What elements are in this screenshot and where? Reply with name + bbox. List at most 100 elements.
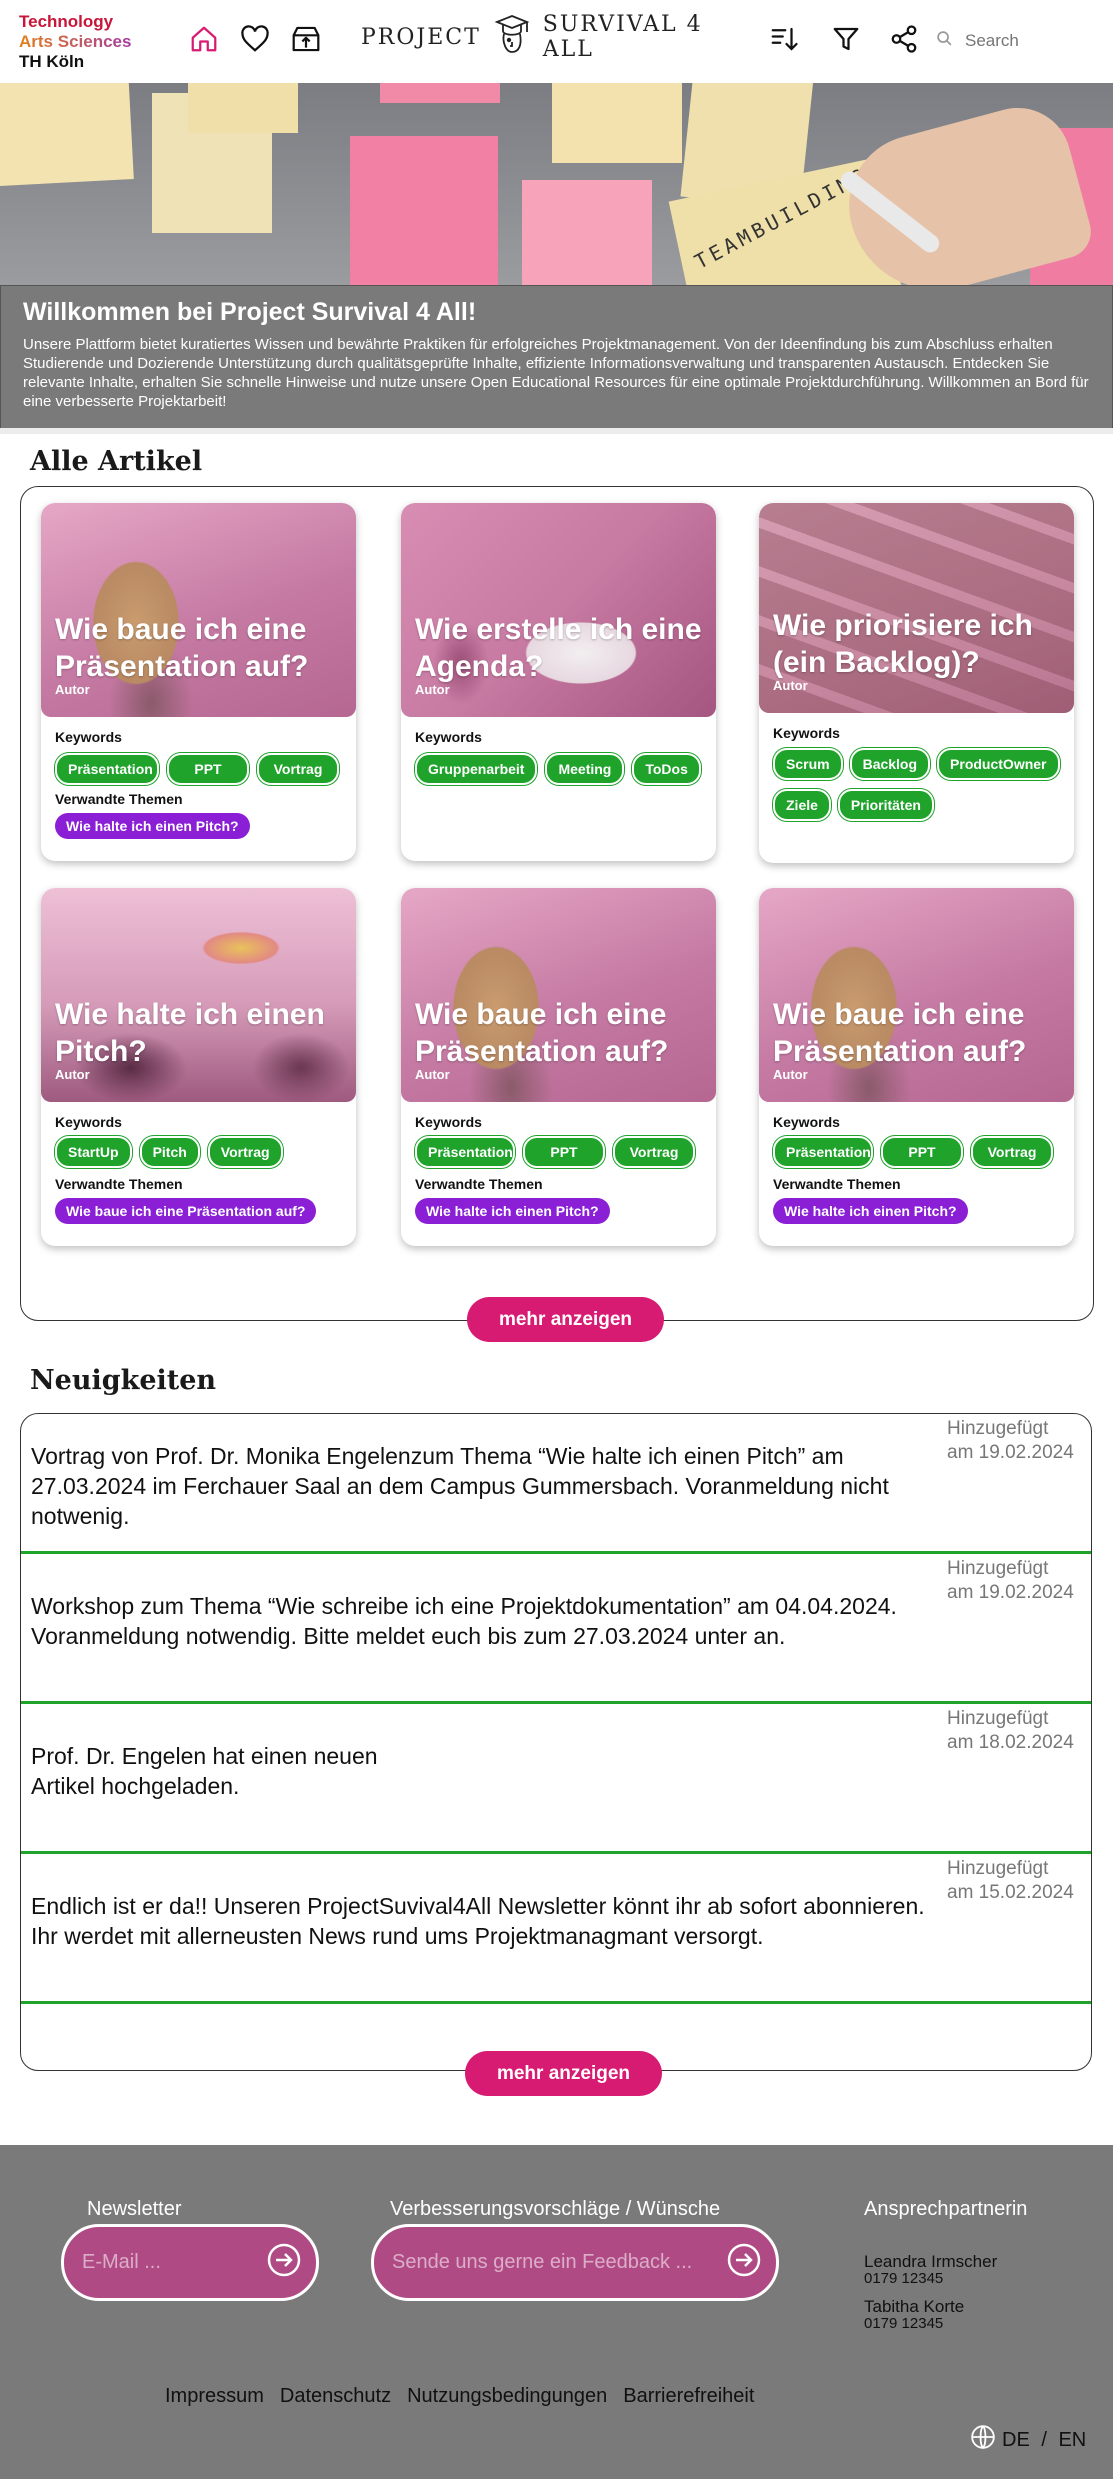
lang-separator: /	[1035, 2428, 1053, 2451]
newsletter-input[interactable]: E-Mail ...	[61, 2224, 319, 2301]
news-item[interactable]: Workshop zum Thema “Wie schreibe ich ein…	[21, 1554, 1091, 1704]
contact-name: Leandra Irmscher	[864, 2252, 998, 2271]
keyword-tag[interactable]: Präsentation	[55, 753, 159, 785]
news-date-label: Hinzugefügt	[947, 1558, 1049, 1579]
barrierefreiheit-link[interactable]: Barrierefreiheit	[623, 2385, 754, 2408]
article-card[interactable]: Wie halte ich einen Pitch? Autor Keyword…	[41, 888, 356, 1246]
related-topic-tag[interactable]: Wie halte ich einen Pitch?	[55, 813, 250, 839]
share-icon[interactable]	[885, 20, 923, 58]
news-item[interactable]: Vortrag von Prof. Dr. Monika Engelenzum …	[21, 1414, 1091, 1554]
arrow-right-circle-icon[interactable]	[266, 2242, 302, 2283]
lang-de[interactable]: DE	[1002, 2429, 1030, 2452]
related-topic-tag[interactable]: Wie halte ich einen Pitch?	[415, 1198, 610, 1224]
lang-en[interactable]: EN	[1058, 2429, 1086, 2452]
keyword-tag[interactable]: Gruppenarbeit	[415, 753, 538, 785]
keywords-label: Keywords	[773, 725, 840, 741]
contact-phone: 0179 12345	[864, 2315, 944, 2332]
related-topic-tag[interactable]: Wie baue ich eine Präsentation auf?	[55, 1198, 317, 1224]
search-icon[interactable]	[936, 30, 953, 52]
keyword-tag[interactable]: Präsentation	[773, 1136, 873, 1168]
keyword-tags: Präsentation PPT Vortrag	[773, 1136, 1064, 1168]
keyword-tag[interactable]: PPT	[523, 1136, 605, 1168]
globe-icon	[970, 2424, 996, 2456]
article-author: Autor	[55, 682, 90, 697]
news-date: Hinzugefügt am 18.02.2024	[947, 1707, 1074, 1755]
news-date: Hinzugefügt am 19.02.2024	[947, 1417, 1074, 1465]
keyword-tag[interactable]: Vortrag	[207, 1136, 283, 1168]
keywords-label: Keywords	[415, 1114, 482, 1130]
article-image: Wie baue ich eine Präsentation auf? Auto…	[759, 888, 1074, 1102]
language-switcher[interactable]: DE / EN	[970, 2424, 1086, 2456]
keyword-tag[interactable]: PPT	[167, 753, 249, 785]
news-date-value: am 19.02.2024	[947, 1582, 1074, 1603]
datenschutz-link[interactable]: Datenschutz	[280, 2385, 391, 2408]
feedback-label: Verbesserungsvorschläge / Wünsche	[390, 2198, 721, 2220]
hero-image: TEAMBUILDING	[0, 83, 1113, 285]
keyword-tag[interactable]: ProductOwner	[937, 748, 1060, 780]
keyword-tag[interactable]: Prioritäten	[837, 789, 934, 821]
graduate-head-icon	[493, 12, 531, 62]
keywords-label: Keywords	[415, 729, 482, 745]
keyword-tags: Präsentation PPT Vortrag	[55, 753, 346, 785]
articles-more-button[interactable]: mehr anzeigen	[467, 1297, 664, 1342]
related-label: Verwandte Themen	[55, 791, 183, 807]
site-header: Technology Arts Sciences TH Köln PROJECT…	[0, 0, 1113, 83]
search-bar[interactable]	[936, 22, 1106, 60]
keyword-tag[interactable]: Vortrag	[971, 1136, 1053, 1168]
article-card[interactable]: Wie baue ich eine Präsentation auf? Auto…	[41, 503, 356, 861]
keyword-tags: StartUp Pitch Vortrag	[55, 1136, 346, 1168]
article-image: Wie erstelle ich eine Agenda? Autor	[401, 503, 716, 717]
nutzungsbedingungen-link[interactable]: Nutzungsbedingungen	[407, 2385, 607, 2408]
arrow-right-circle-icon[interactable]	[726, 2242, 762, 2283]
article-image: Wie priorisiere ich (ein Backlog)? Autor	[759, 503, 1074, 713]
project-survival-brand[interactable]: PROJECT SURVIVAL 4 ALL	[361, 12, 741, 62]
article-card[interactable]: Wie baue ich eine Präsentation auf? Auto…	[401, 888, 716, 1246]
keyword-tag[interactable]: PPT	[881, 1136, 963, 1168]
impressum-link[interactable]: Impressum	[165, 2385, 264, 2408]
news-date-label: Hinzugefügt	[947, 1418, 1049, 1439]
keyword-tag[interactable]: Vortrag	[613, 1136, 695, 1168]
contact-person: Tabitha Korte 0179 12345	[864, 2298, 964, 2332]
filter-icon[interactable]	[827, 20, 865, 58]
news-text: Vortrag von Prof. Dr. Monika Engelenzum …	[31, 1443, 889, 1529]
search-input[interactable]	[965, 31, 1085, 51]
news-date-value: am 18.02.2024	[947, 1732, 1074, 1753]
keyword-tags: Scrum Backlog ProductOwner Ziele Priorit…	[773, 748, 1064, 821]
news-item[interactable]: Prof. Dr. Engelen hat einen neuen Artike…	[21, 1704, 1091, 1854]
article-card[interactable]: Wie baue ich eine Präsentation auf? Auto…	[759, 888, 1074, 1246]
keyword-tag[interactable]: ToDos	[632, 753, 701, 785]
article-author: Autor	[773, 1067, 808, 1082]
article-title: Wie baue ich eine Präsentation auf?	[415, 998, 669, 1068]
upload-archive-icon[interactable]	[287, 20, 325, 58]
heart-icon[interactable]	[236, 20, 274, 58]
keyword-tag[interactable]: Backlog	[849, 748, 931, 780]
feedback-placeholder: Sende uns gerne ein Feedback ...	[392, 2251, 693, 2273]
keyword-tag[interactable]: Vortrag	[257, 753, 339, 785]
keyword-tag[interactable]: Pitch	[139, 1136, 200, 1168]
keyword-tag[interactable]: Ziele	[773, 789, 831, 821]
feedback-input[interactable]: Sende uns gerne ein Feedback ...	[371, 2224, 779, 2301]
keyword-tag[interactable]: Scrum	[773, 748, 843, 780]
article-author: Autor	[415, 682, 450, 697]
article-title: Wie erstelle ich eine Agenda?	[415, 613, 702, 683]
keyword-tag[interactable]: StartUp	[55, 1136, 132, 1168]
article-title: Wie baue ich eine Präsentation auf?	[55, 613, 309, 683]
keyword-tag[interactable]: Meeting	[545, 753, 625, 785]
article-card[interactable]: Wie priorisiere ich (ein Backlog)? Autor…	[759, 503, 1074, 863]
news-item[interactable]: Endlich ist er da!! Unseren ProjectSuviv…	[21, 1854, 1091, 2004]
divider	[0, 428, 1113, 434]
home-icon[interactable]	[185, 20, 223, 58]
news-date-value: am 15.02.2024	[947, 1882, 1074, 1903]
brand-text-right: SURVIVAL 4 ALL	[542, 12, 703, 62]
keyword-tag[interactable]: Präsentation	[415, 1136, 515, 1168]
news-text: Prof. Dr. Engelen hat einen neuen Artike…	[31, 1743, 378, 1799]
related-topic-tag[interactable]: Wie halte ich einen Pitch?	[773, 1198, 968, 1224]
news-more-button[interactable]: mehr anzeigen	[465, 2051, 662, 2096]
keywords-label: Keywords	[773, 1114, 840, 1130]
article-image: Wie halte ich einen Pitch? Autor	[41, 888, 356, 1102]
th-koeln-logo[interactable]: Technology Arts Sciences TH Köln	[19, 12, 131, 72]
article-card[interactable]: Wie erstelle ich eine Agenda? Autor Keyw…	[401, 503, 716, 861]
keywords-label: Keywords	[55, 729, 122, 745]
sort-icon[interactable]	[765, 20, 803, 58]
contact-phone: 0179 12345	[864, 2270, 944, 2287]
